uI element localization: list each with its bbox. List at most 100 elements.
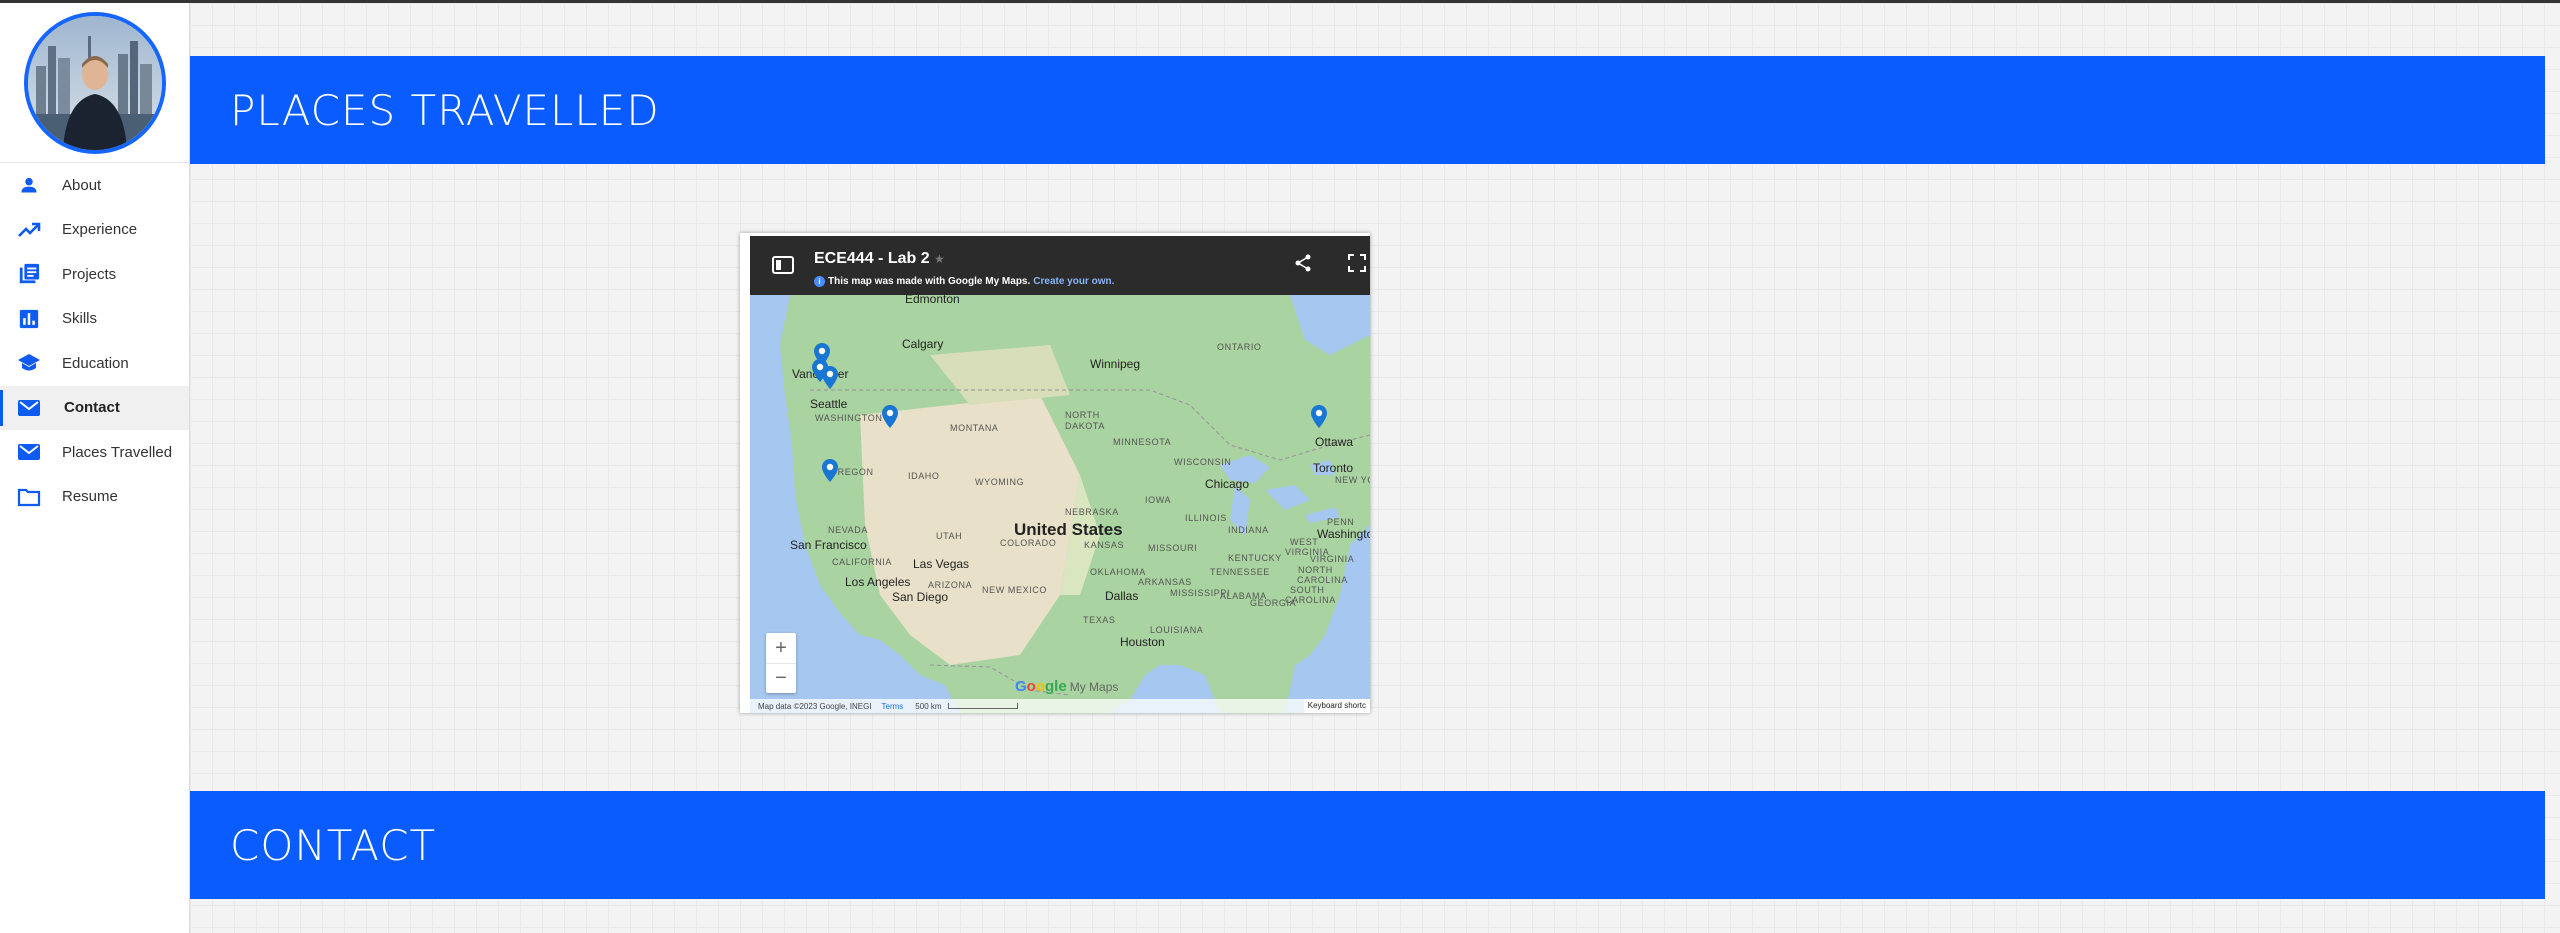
sidebar-item-about[interactable]: About [0,163,189,208]
person-icon [16,173,42,197]
zoom-controls: + − [766,633,796,693]
map-label: SOUTH [1290,585,1325,595]
map-label: PENN [1327,517,1355,527]
mail-icon [16,440,42,464]
map-label: Toronto [1313,461,1354,475]
map-label: UTAH [936,531,963,541]
map-label: ARKANSAS [1138,577,1192,587]
map-pin-icon[interactable] [1310,405,1328,429]
sidebar-item-label: About [62,176,102,194]
fullscreen-icon[interactable] [1348,254,1366,277]
map-label: MISSOURI [1148,543,1198,553]
sidebar-item-skills[interactable]: Skills [0,297,189,342]
map-label: COLORADO [1000,538,1057,548]
contact-banner: CONTACT [190,791,2545,899]
sidebar-item-label: Projects [62,265,117,283]
sidebar-item-contact[interactable]: Contact [0,385,189,430]
map-pin-icon[interactable] [821,366,839,390]
map-pin-icon[interactable] [881,405,899,429]
sidebar-item-education[interactable]: Education [0,341,189,386]
avatar-container [0,3,189,163]
map-label: CALIFORNIA [832,557,893,567]
map-label: WISCONSIN [1174,457,1232,467]
create-your-own-link[interactable]: Create your own. [1033,276,1114,287]
map-label: NORTH [1065,410,1100,420]
map-label: CAROLINA [1297,575,1348,585]
map-label: Houston [1120,635,1165,649]
section-title-contact: CONTACT [230,820,437,870]
trending-up-icon [16,218,42,242]
map-made-with: i This map was made with Google My Maps. C… [814,276,1114,287]
map-label: Edmonton [905,295,960,306]
map-label: ILLINOIS [1185,513,1227,523]
map-label: United States [1014,520,1123,539]
star-icon[interactable]: ★ [934,252,945,266]
zoom-in-button[interactable]: + [766,633,796,663]
google-my-maps-logo: Google My Maps [1015,678,1118,695]
mail-icon [16,396,42,420]
map-label: TENNESSEE [1210,567,1270,577]
share-icon[interactable] [1294,254,1312,277]
sidebar-item-projects[interactable]: Projects [0,252,189,297]
map-label: KENTUCKY [1228,553,1282,563]
map-label: Calgary [902,337,944,351]
sidebar-item-label: Contact [64,399,120,417]
folder-icon [16,485,42,509]
sidebar-item-experience[interactable]: Experience [0,208,189,253]
avatar-photo [27,15,162,150]
map-label: INDIANA [1228,525,1269,535]
map-label: NEW MEXICO [982,585,1048,595]
sidebar-item-resume[interactable]: Resume [0,475,189,520]
avatar [23,11,166,154]
graduation-cap-icon [16,351,42,375]
map-label: WYOMING [975,477,1025,487]
sidebar-item-label: Experience [62,221,138,239]
logo-letter: G [1015,678,1027,695]
map-label: IOWA [1145,495,1172,505]
terms-link[interactable]: Terms [882,702,904,711]
map-label: DAKOTA [1065,421,1105,431]
map-label: WEST [1290,537,1319,547]
map-label: San Francisco [790,538,867,552]
map-canvas[interactable]: Edmonton Calgary Winnipeg ONTARIO Vancou… [750,295,1370,713]
map-label: NEVADA [828,525,868,535]
map-title: ECE444 - Lab 2 [814,250,930,267]
map-label: VIRGINIA [1310,554,1355,564]
map-label: Ottawa [1315,435,1354,449]
document-list-icon [16,262,42,286]
map-header: ECE444 - Lab 2 ★ i This map was made with… [750,236,1370,295]
map-label: Dallas [1105,589,1139,603]
sidebar-item-label: Places Travelled [62,443,173,461]
logo-letter: o [1035,678,1046,695]
logo-my-maps: My Maps [1069,680,1119,694]
info-icon: i [814,276,825,287]
map-label: Washingto [1317,527,1370,541]
map-label: GEORGIA [1250,598,1297,608]
sidebar-item-label: Skills [62,310,98,328]
map-label: San Diego [892,590,949,604]
sidebar-item-places-travelled[interactable]: Places Travelled [0,430,189,475]
logo-letter: o [1026,678,1036,695]
map-terrain [750,295,1370,713]
map-label: MONTANA [950,423,999,433]
main-content: PLACES TRAVELLED ECE444 - Lab 2 ★ i This … [190,3,2560,933]
map-label: Seattle [810,397,848,411]
map-label: ONTARIO [1217,342,1262,352]
sidebar: About Experience Projects Skills Educati… [0,3,190,933]
places-travelled-banner: PLACES TRAVELLED [190,56,2545,164]
made-with-text: This map was made with Google My Maps. [828,276,1031,287]
side-panel-icon[interactable] [772,256,794,279]
keyboard-shortcuts-button[interactable]: Keyboard shortc [1303,699,1370,713]
map-label: WASHINGTON [815,413,883,423]
zoom-out-button[interactable]: − [766,663,796,693]
map-label: ARIZONA [928,580,973,590]
map-footer: Map data ©2023 Google, INEGI Terms 500 k… [750,699,1370,713]
scale-bar [947,703,1018,709]
google-map-embed[interactable]: ECE444 - Lab 2 ★ i This map was made with… [740,233,1370,713]
map-label: NORTH [1298,565,1333,575]
map-pin-icon[interactable] [821,459,839,483]
bar-chart-icon [16,307,42,331]
sidebar-nav: About Experience Projects Skills Educati… [0,163,189,519]
section-title-places: PLACES TRAVELLED [230,85,660,135]
map-label: Los Angeles [845,575,911,589]
